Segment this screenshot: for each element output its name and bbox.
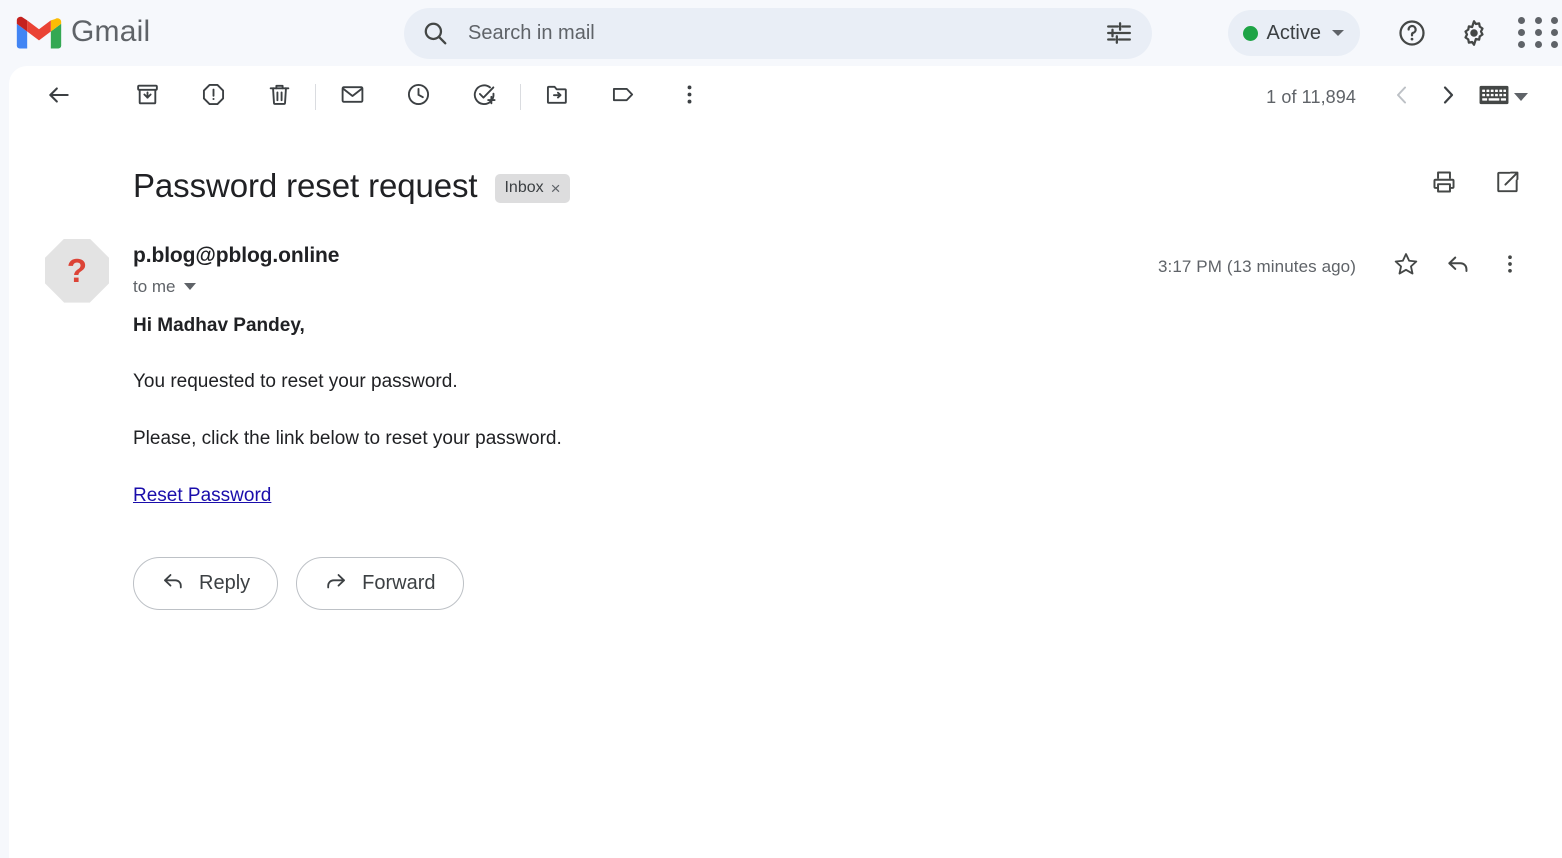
apps-dot [1518, 29, 1525, 36]
trash-icon [267, 82, 292, 112]
search-icon [422, 20, 448, 46]
apps-dot [1534, 29, 1542, 36]
body-greeting: Hi Madhav Pandey, [133, 314, 305, 336]
help-button[interactable] [1388, 9, 1436, 57]
keyboard-icon [1479, 85, 1509, 110]
label-tag-icon [611, 82, 636, 112]
input-tools-button[interactable] [1472, 75, 1516, 119]
reply-button[interactable] [1436, 245, 1480, 289]
page-count: 1 of 11,894 [1266, 86, 1356, 107]
envelope-icon [340, 82, 365, 112]
sender-block: p.blog@pblog.online to me [133, 239, 339, 297]
previous-email-button[interactable] [1380, 75, 1424, 119]
remove-label-icon[interactable]: × [551, 180, 561, 197]
help-circle-icon [1397, 18, 1427, 48]
email-content-panel: 1 of 11,894 Password reset request Inbox… [9, 66, 1562, 858]
message-more-options-button[interactable] [1488, 245, 1532, 289]
reply-arrow-icon [161, 569, 185, 599]
archive-button[interactable] [125, 75, 169, 119]
back-to-inbox-button[interactable] [37, 75, 81, 119]
arrow-left-icon [46, 82, 72, 113]
subject-actions [1422, 162, 1530, 206]
reply-arrow-icon [1445, 251, 1471, 282]
print-icon [1431, 169, 1457, 200]
active-status-pill[interactable]: Active [1227, 10, 1360, 56]
gear-icon [1459, 18, 1489, 48]
move-to-button[interactable] [535, 75, 579, 119]
apps-dot [1534, 41, 1542, 48]
more-options-button[interactable] [667, 75, 711, 119]
apps-dot [1551, 17, 1559, 24]
message-header: ? p.blog@pblog.online to me 3:17 PM (13 … [9, 238, 1562, 303]
reply-action-button[interactable]: Reply [133, 557, 279, 611]
top-header-bar: Gmail Active [0, 0, 1562, 66]
chevron-left-icon [1390, 83, 1414, 112]
body-paragraph-1: You requested to reset your password. [133, 371, 458, 393]
delete-button[interactable] [257, 75, 301, 119]
pagination-controls: 1 of 11,894 [1266, 66, 1528, 128]
more-vertical-icon [1498, 252, 1522, 281]
message-actions: Reply Forward [9, 557, 1562, 611]
message-body: Hi Madhav Pandey, You requested to reset… [9, 303, 1562, 509]
forward-action-button[interactable]: Forward [296, 557, 464, 611]
forward-arrow-icon [324, 569, 348, 599]
message-meta: 3:17 PM (13 minutes ago) [1158, 245, 1532, 289]
open-in-new-window-button[interactable] [1486, 162, 1530, 206]
gmail-logo-icon [16, 16, 62, 50]
chevron-down-icon [183, 283, 196, 291]
apps-dot [1518, 17, 1525, 24]
sender-email[interactable]: p.blog@pblog.online [133, 243, 339, 269]
status-dot-icon [1242, 25, 1258, 41]
report-spam-icon [201, 82, 226, 112]
apps-dot [1551, 41, 1559, 48]
apps-dot [1534, 17, 1542, 24]
recipient-label: to me [133, 276, 176, 296]
chevron-right-icon [1436, 83, 1460, 112]
brand-name: Gmail [71, 15, 151, 48]
header-right-actions: Active [1227, 0, 1562, 66]
unknown-sender-octagon-icon: ? [45, 238, 109, 303]
task-add-icon [472, 82, 497, 112]
subject-row: Password reset request Inbox × [9, 128, 1562, 206]
recipient-toggle[interactable]: to me [133, 277, 339, 297]
move-to-folder-icon [545, 82, 570, 112]
search-bar[interactable] [404, 7, 1152, 59]
avatar: ? [45, 238, 109, 303]
page-title: Password reset request [133, 167, 478, 204]
mark-unread-button[interactable] [330, 75, 374, 119]
status-label: Active [1266, 21, 1321, 44]
more-vertical-icon [677, 82, 702, 112]
next-email-button[interactable] [1426, 75, 1470, 119]
open-in-new-icon [1495, 169, 1521, 200]
body-paragraph-2: Please, click the link below to reset yo… [133, 427, 562, 449]
report-spam-button[interactable] [191, 75, 235, 119]
chevron-down-icon [1332, 30, 1344, 36]
forward-action-label: Forward [362, 572, 436, 595]
email-toolbar: 1 of 11,894 [9, 66, 1562, 128]
apps-dot [1551, 29, 1559, 36]
input-tools-chevron-down-icon[interactable] [1514, 93, 1528, 101]
label-chip-text: Inbox [504, 179, 544, 197]
apps-dot [1518, 41, 1525, 48]
filter-options-icon[interactable] [1106, 20, 1132, 46]
apps-grid-icon[interactable] [1512, 9, 1562, 57]
search-input[interactable] [466, 20, 1106, 46]
clock-icon [406, 82, 431, 112]
reply-action-label: Reply [199, 572, 251, 595]
toolbar-divider [520, 84, 521, 110]
timestamp: 3:17 PM (13 minutes ago) [1158, 256, 1356, 276]
snooze-button[interactable] [396, 75, 440, 119]
add-to-tasks-button[interactable] [462, 75, 506, 119]
toolbar-divider [315, 84, 316, 110]
star-icon [1393, 251, 1419, 282]
labels-button[interactable] [601, 75, 645, 119]
label-chip-inbox[interactable]: Inbox × [495, 174, 570, 204]
archive-icon [135, 82, 160, 112]
gmail-brand[interactable]: Gmail [16, 16, 276, 50]
print-button[interactable] [1422, 162, 1466, 206]
settings-button[interactable] [1450, 9, 1498, 57]
star-button[interactable] [1384, 245, 1428, 289]
avatar-question-mark: ? [66, 251, 88, 289]
reset-password-link[interactable]: Reset Password [133, 485, 271, 506]
